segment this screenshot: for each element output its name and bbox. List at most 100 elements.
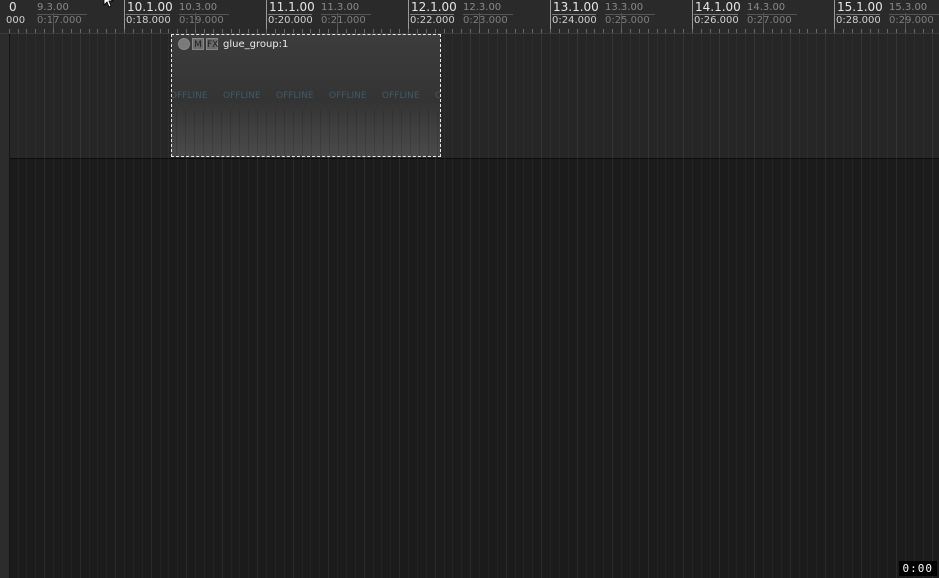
- ruler-tick: [470, 29, 471, 33]
- ruler-tick: [186, 29, 187, 33]
- grid-line: [639, 34, 640, 578]
- ruler-tick: [648, 29, 649, 33]
- grid-line: [763, 34, 764, 578]
- grid-line: [160, 34, 161, 578]
- ruler-tick: [594, 29, 595, 33]
- ruler-tick: [452, 29, 453, 33]
- ruler-tick: [18, 29, 19, 33]
- ruler-time-label: 0:26.000: [694, 15, 739, 26]
- grid-line: [790, 34, 791, 578]
- grid-line: [621, 34, 622, 578]
- grid-line: [452, 34, 453, 578]
- ruler-tick: [310, 29, 311, 33]
- media-item-glue-group[interactable]: M FX glue_group:1 OFFLINE OFFLINE OFFLIN…: [171, 34, 441, 157]
- ruler-tick: [124, 29, 125, 33]
- grid-line: [151, 34, 152, 578]
- item-stripe: [212, 110, 213, 156]
- item-stripe: [311, 110, 312, 156]
- grid-line: [905, 34, 906, 578]
- ruler-tick: [479, 29, 480, 33]
- ruler-tick: [417, 29, 418, 33]
- grid-line: [444, 34, 445, 578]
- ruler-time-label-minor: 0:19.000: [179, 15, 224, 26]
- ruler-tick: [630, 29, 631, 33]
- grid-line: [71, 34, 72, 578]
- track-panel-edge[interactable]: [0, 34, 10, 578]
- ruler-tick: [390, 29, 391, 33]
- grid-line: [479, 34, 480, 578]
- grid-line: [896, 34, 897, 578]
- ruler-measure-label: 11.1.00: [269, 0, 315, 14]
- ruler-time-label: 0:28.000: [836, 15, 881, 26]
- item-lock-icon[interactable]: [178, 38, 190, 50]
- grid-line: [657, 34, 658, 578]
- ruler-tick: [408, 29, 409, 33]
- track-area[interactable]: [0, 34, 939, 578]
- grid-line: [142, 34, 143, 578]
- grid-line: [719, 34, 720, 578]
- grid-line: [133, 34, 134, 578]
- grid-line: [559, 34, 560, 578]
- ruler-tick: [35, 29, 36, 33]
- ruler-time-label: 0:22.000: [410, 15, 455, 26]
- grid-line: [586, 34, 587, 578]
- ruler-tick: [887, 29, 888, 33]
- ruler-tick: [160, 29, 161, 33]
- item-header: M FX glue_group:1: [178, 37, 288, 51]
- ruler-measure-label-minor: 12.3.00: [463, 2, 502, 13]
- ruler-tick: [754, 29, 755, 33]
- ruler-measure-label: 15.1.00: [837, 0, 883, 14]
- ruler-tick: [239, 29, 240, 33]
- grid-line: [550, 34, 551, 578]
- ruler-measure-label-minor: 13.3.00: [605, 2, 644, 13]
- ruler-tick: [523, 29, 524, 33]
- item-stripe: [437, 110, 438, 156]
- grid-line: [541, 34, 542, 578]
- grid-line: [745, 34, 746, 578]
- item-stripe: [221, 110, 222, 156]
- timeline-ruler[interactable]: 0 000 10.1.00 0:18.000 11.1.00 0:20.000 12.1…: [0, 0, 939, 34]
- item-fx-button[interactable]: FX: [206, 38, 218, 50]
- offline-label: OFFLINE: [329, 91, 367, 101]
- offline-label: OFFLINE: [171, 91, 208, 101]
- ruler-tick: [807, 29, 808, 33]
- grid-line: [674, 34, 675, 578]
- grid-line: [470, 34, 471, 578]
- ruler-time-label: 0:24.000: [552, 15, 597, 26]
- ruler-tick: [861, 29, 862, 33]
- ruler-tick: [586, 29, 587, 33]
- item-stripe: [374, 110, 375, 156]
- ruler-tick: [26, 29, 27, 33]
- grid-line: [26, 34, 27, 578]
- offline-label: OFFLINE: [223, 91, 261, 101]
- grid-line: [115, 34, 116, 578]
- ruler-time-label-minor: 0:17.000: [37, 15, 82, 26]
- grid-line: [781, 34, 782, 578]
- grid-line: [53, 34, 54, 578]
- item-stripe: [338, 110, 339, 156]
- ruler-tick: [497, 29, 498, 33]
- grid-line: [710, 34, 711, 578]
- ruler-tick: [639, 29, 640, 33]
- grid-line: [630, 34, 631, 578]
- ruler-time-label-minor: 0:25.000: [605, 15, 650, 26]
- arrange-view[interactable]: 0 000 10.1.00 0:18.000 11.1.00 0:20.000 12.1…: [0, 0, 939, 578]
- ruler-measure-label-minor: 10.3.00: [179, 2, 218, 13]
- item-stripe: [383, 110, 384, 156]
- ruler-tick: [168, 29, 169, 33]
- grid-line: [692, 34, 693, 578]
- ruler-time-label-minor: 0:27.000: [747, 15, 792, 26]
- item-stripe: [392, 110, 393, 156]
- grid-line: [461, 34, 462, 578]
- item-mute-button[interactable]: M: [192, 38, 204, 50]
- item-stripe: [239, 110, 240, 156]
- ruler-tick: [870, 29, 871, 33]
- item-title: glue_group:1: [223, 38, 289, 50]
- grid-line: [878, 34, 879, 578]
- ruler-tick: [568, 29, 569, 33]
- ruler-measure-label: 13.1.00: [553, 0, 599, 14]
- ruler-tick: [71, 29, 72, 33]
- item-stripe: [275, 110, 276, 156]
- ruler-tick: [621, 29, 622, 33]
- grid-line: [80, 34, 81, 578]
